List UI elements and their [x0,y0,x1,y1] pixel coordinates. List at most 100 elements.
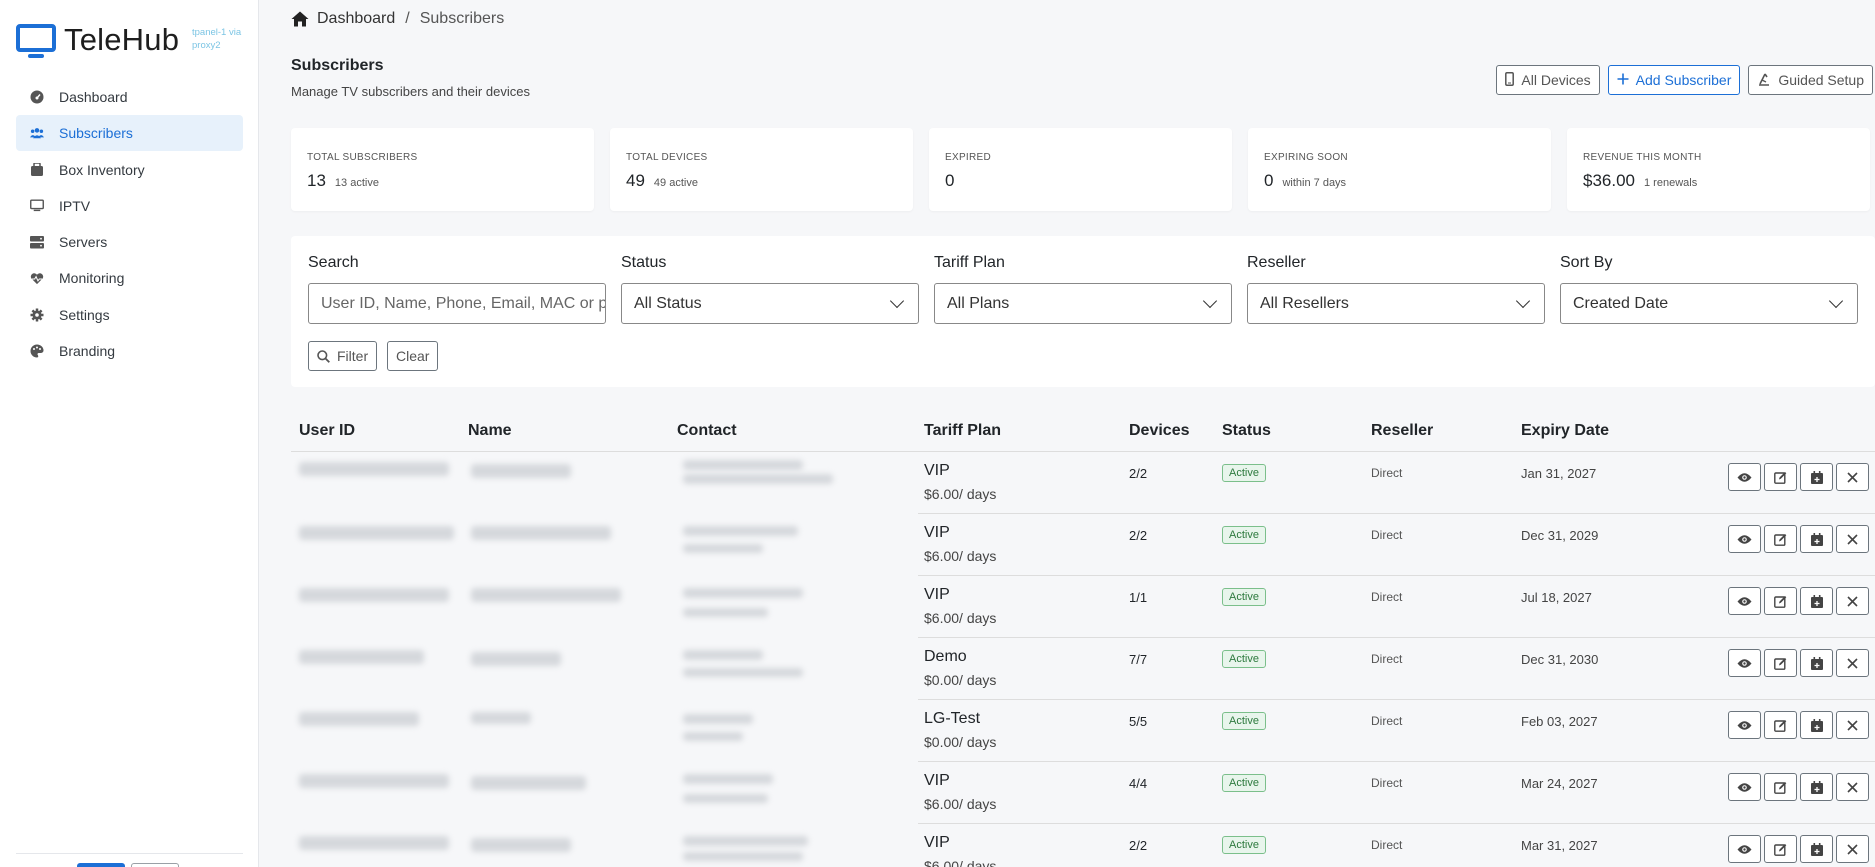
edit-button[interactable] [1764,711,1797,739]
redacted-cell [683,794,768,803]
sidebar-item-label: IPTV [59,197,91,214]
stat-label: REVENUE THIS MONTH [1583,152,1702,163]
home-icon[interactable] [291,11,309,27]
view-button[interactable] [1728,773,1761,801]
status-badge: Active [1222,650,1266,668]
column-header-tariff-plan[interactable]: Tariff Plan [924,422,1001,440]
edit-button[interactable] [1764,835,1797,863]
brand-name: TeleHub [64,22,180,57]
delete-button[interactable] [1836,773,1869,801]
guided-setup-label: Guided Setup [1778,72,1864,88]
sidebar-item-branding[interactable]: Branding [16,333,243,369]
delete-button[interactable] [1836,835,1869,863]
column-header-user-id[interactable]: User ID [299,422,355,440]
renew-button[interactable] [1800,835,1833,863]
redacted-cell [471,712,531,724]
footer-secondary-button[interactable] [131,863,179,867]
delete-button[interactable] [1836,587,1869,615]
column-header-status[interactable]: Status [1222,422,1271,440]
view-button[interactable] [1728,525,1761,553]
close-icon [1847,595,1858,607]
renew-button[interactable] [1800,463,1833,491]
breadcrumb-separator: / [405,10,410,27]
calendar-plus-icon [1810,594,1823,608]
redacted-cell [299,526,454,540]
delete-button[interactable] [1836,649,1869,677]
sidebar-item-subscribers[interactable]: Subscribers [16,115,243,152]
renew-button[interactable] [1800,525,1833,553]
calendar-plus-icon [1810,718,1823,732]
redacted-cell [683,588,803,598]
search-input[interactable]: User ID, Name, Phone, Email, MAC or p [308,283,606,324]
close-icon [1847,533,1858,545]
expiry-date-cell: Jul 18, 2027 [1521,590,1592,605]
edit-button[interactable] [1764,773,1797,801]
table-row: VIP $6.00/ days 2/2 Active Direct Jan 31, 202… [291,452,1875,514]
sidebar-item-label: Monitoring [59,270,125,287]
filter-button[interactable]: Filter [308,341,378,371]
footer-primary-button[interactable] [77,863,125,867]
delete-button[interactable] [1836,525,1869,553]
row-actions [1728,711,1869,739]
edit-button[interactable] [1764,525,1797,553]
tariff-plan-name: VIP [924,834,950,851]
column-header-expiry-date[interactable]: Expiry Date [1521,422,1609,440]
stat-value: $36.00 1 renewals [1583,171,1697,191]
sidebar-item-settings[interactable]: Settings [16,297,243,333]
sidebar-item-servers[interactable]: Servers [16,224,243,260]
view-button[interactable] [1728,463,1761,491]
sidebar-item-box-inventory[interactable]: Box Inventory [16,152,243,188]
reseller-select[interactable]: All Resellers [1247,283,1545,324]
status-badge: Active [1222,774,1266,792]
table-header: User ID Name Contact Tariff Plan Devices… [291,420,1875,452]
breadcrumb-home[interactable]: Dashboard [317,10,395,28]
stat-note: 1 renewals [1644,177,1698,189]
status-badge: Active [1222,712,1266,730]
edit-button[interactable] [1764,649,1797,677]
sort-select[interactable]: Created Date [1560,283,1858,324]
column-header-reseller[interactable]: Reseller [1371,422,1433,440]
view-button[interactable] [1728,711,1761,739]
chevron-down-icon [1515,293,1531,309]
add-subscriber-button[interactable]: Add Subscriber [1607,65,1741,95]
renew-button[interactable] [1800,587,1833,615]
redacted-cell [683,526,798,536]
table-row: LG-Test $0.00/ days 5/5 Active Direct Feb 03,… [291,700,1875,762]
tariff-plan-price: $6.00/ days [924,858,997,867]
tariff-select[interactable]: All Plans [934,283,1232,324]
delete-button[interactable] [1836,463,1869,491]
sort-group: Sort By Created Date [1560,254,1858,324]
edit-button[interactable] [1764,463,1797,491]
column-header-name[interactable]: Name [468,422,512,440]
tariff-plan-name: VIP [924,524,950,541]
column-header-contact[interactable]: Contact [677,422,737,440]
redacted-cell [299,588,449,602]
column-header-devices[interactable]: Devices [1129,422,1190,440]
sidebar-item-monitoring[interactable]: Monitoring [16,260,243,296]
view-button[interactable] [1728,587,1761,615]
stat-value: 0 within 7 days [1264,171,1346,191]
expiry-date-cell: Mar 31, 2027 [1521,838,1598,853]
sidebar-item-iptv[interactable]: IPTV [16,188,243,224]
brand-logo[interactable]: TeleHub [16,20,179,60]
calendar-plus-icon [1810,470,1823,484]
edit-button[interactable] [1764,587,1797,615]
tariff-plan-name: LG-Test [924,710,981,727]
reseller-cell: Direct [1371,776,1403,790]
tariff-select-value: All Plans [947,294,1010,312]
view-button[interactable] [1728,835,1761,863]
renew-button[interactable] [1800,711,1833,739]
renew-button[interactable] [1800,773,1833,801]
sidebar-nav: Dashboard Subscribers Box Inventory IPTV… [16,79,243,369]
tariff-plan-price: $0.00/ days [924,672,997,688]
calendar-plus-icon [1810,842,1823,856]
eye-icon [1737,782,1752,792]
clear-button[interactable]: Clear [387,341,439,371]
all-devices-button[interactable]: All Devices [1496,65,1600,95]
view-button[interactable] [1728,649,1761,677]
delete-button[interactable] [1836,711,1869,739]
status-select[interactable]: All Status [621,283,919,324]
sidebar-item-dashboard[interactable]: Dashboard [16,79,243,115]
guided-setup-button[interactable]: Guided Setup [1748,65,1873,95]
renew-button[interactable] [1800,649,1833,677]
